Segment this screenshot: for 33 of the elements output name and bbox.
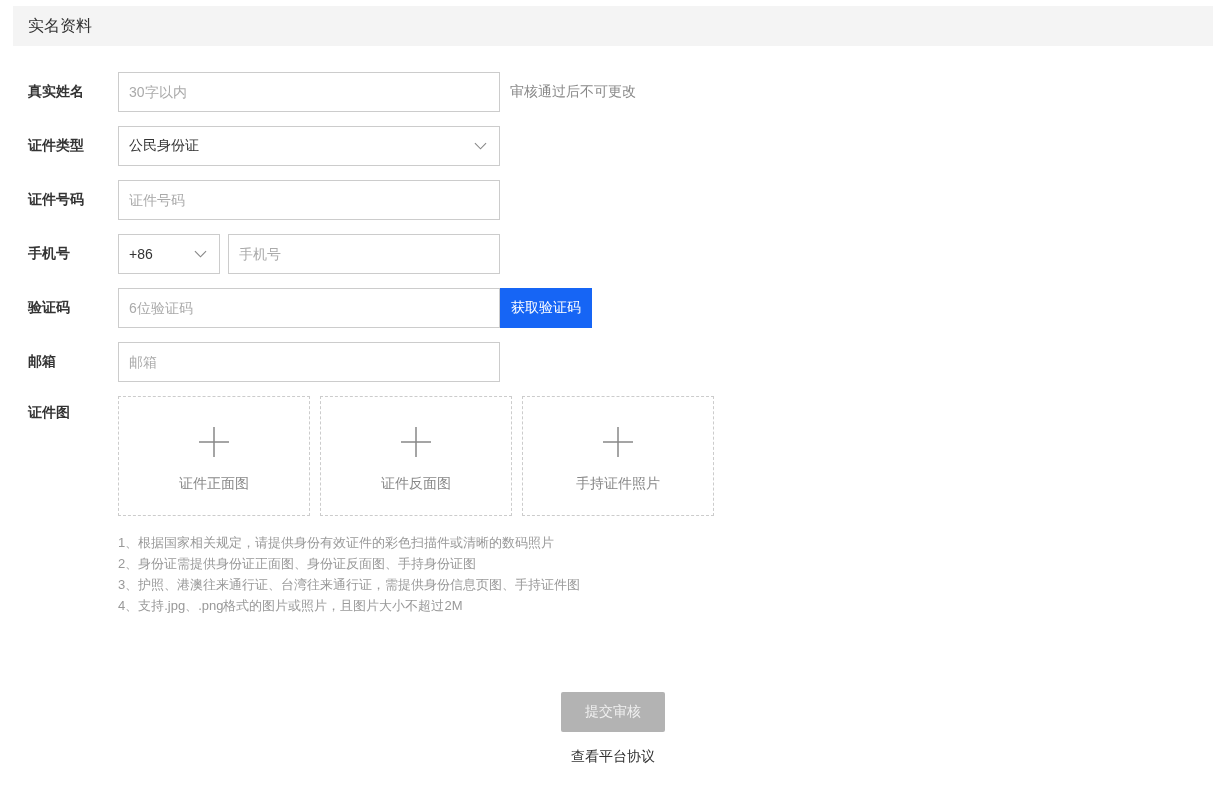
country-code-select[interactable]: +86 bbox=[118, 234, 220, 274]
input-field[interactable]: 30字以内 bbox=[118, 72, 500, 112]
upload-box[interactable]: 证件反面图 bbox=[320, 396, 512, 516]
input-field[interactable]: 证件号码 bbox=[118, 180, 500, 220]
agreement-link[interactable]: 查看平台协议 bbox=[571, 748, 655, 766]
field-label: 证件号码 bbox=[28, 191, 85, 209]
note-text: 3、护照、港澳往来通行证、台湾往来通行证，需提供身份信息页图、手持证件图 bbox=[118, 576, 582, 594]
upload-box[interactable]: 手持证件照片 bbox=[522, 396, 714, 516]
input-field[interactable]: 手机号 bbox=[228, 234, 500, 274]
field-hint: 审核通过后不可更改 bbox=[510, 83, 636, 101]
input-field[interactable]: 邮箱 bbox=[118, 342, 500, 382]
field-label: 验证码 bbox=[28, 299, 71, 317]
get-code-button[interactable]: 获取验证码 bbox=[500, 288, 592, 328]
select-field[interactable]: 公民身份证 bbox=[118, 126, 500, 166]
field-label: 证件类型 bbox=[28, 137, 85, 155]
upload-caption: 证件反面图 bbox=[381, 475, 451, 493]
upload-caption: 手持证件照片 bbox=[576, 475, 660, 493]
upload-caption: 证件正面图 bbox=[179, 475, 249, 493]
field-label: 真实姓名 bbox=[28, 83, 85, 101]
chevron-down-icon bbox=[474, 142, 487, 150]
field-label: 证件图 bbox=[28, 403, 71, 422]
upload-box[interactable]: 证件正面图 bbox=[118, 396, 310, 516]
field-label: 邮箱 bbox=[28, 353, 57, 371]
chevron-down-icon bbox=[194, 250, 207, 258]
plus-icon bbox=[603, 427, 633, 457]
note-text: 1、根据国家相关规定，请提供身份有效证件的彩色扫描件或清晰的数码照片 bbox=[118, 534, 556, 552]
plus-icon bbox=[199, 427, 229, 457]
field-label: 手机号 bbox=[28, 245, 71, 263]
input-field[interactable]: 6位验证码 bbox=[118, 288, 500, 328]
section-title: 实名资料 bbox=[28, 15, 92, 36]
note-text: 4、支持.jpg、.png格式的图片或照片，且图片大小不超过2M bbox=[118, 597, 464, 615]
note-text: 2、身份证需提供身份证正面图、身份证反面图、手持身份证图 bbox=[118, 555, 478, 573]
plus-icon bbox=[401, 427, 431, 457]
